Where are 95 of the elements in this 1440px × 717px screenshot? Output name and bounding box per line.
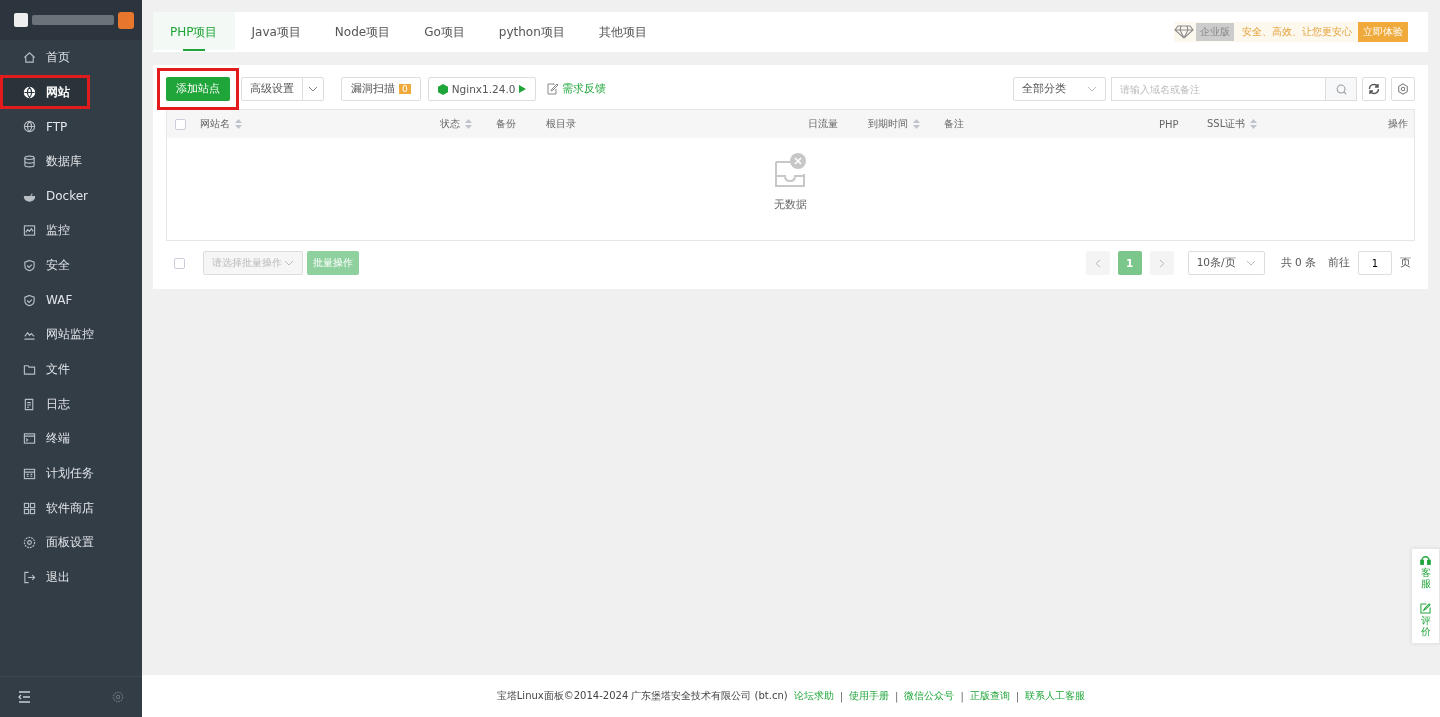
sidebar-item[interactable]: 退出 xyxy=(0,560,142,595)
database-icon xyxy=(23,154,36,168)
settings-button[interactable] xyxy=(1391,77,1415,101)
chevron-down-icon xyxy=(308,86,318,92)
document-icon xyxy=(23,397,36,411)
column-header: 网站名 xyxy=(200,117,230,131)
edit-icon xyxy=(1420,603,1431,614)
edit-icon xyxy=(547,83,559,95)
project-tab[interactable]: 其他项目 xyxy=(581,12,664,52)
select-checkbox[interactable] xyxy=(174,257,185,269)
column-header: 备注 xyxy=(944,117,964,131)
sidebar-item[interactable]: 监控 xyxy=(0,213,142,249)
page-unit: 页 xyxy=(1400,256,1411,270)
sort-icon[interactable] xyxy=(465,119,472,129)
chevron-left-icon xyxy=(1094,258,1101,268)
globe-icon xyxy=(23,85,36,99)
page-size-select[interactable]: 10条/页 xyxy=(1187,251,1265,275)
shield-icon xyxy=(23,258,36,272)
separator: | xyxy=(960,690,964,702)
search-button[interactable] xyxy=(1325,77,1357,101)
hexagon-icon xyxy=(437,83,448,95)
sidebar-item[interactable]: 日志 xyxy=(0,386,142,422)
chevron-down-icon xyxy=(284,260,294,266)
sidebar-item[interactable]: 面板设置 xyxy=(0,525,142,561)
logo-icon xyxy=(14,13,28,27)
settings-icon[interactable] xyxy=(112,691,124,703)
sidebar-item[interactable]: WAF xyxy=(0,282,142,318)
terminal-icon xyxy=(23,432,36,446)
column-header: 日流量 xyxy=(808,117,838,131)
sidebar-item[interactable]: Docker xyxy=(0,178,142,214)
empty-inbox-icon xyxy=(773,152,808,190)
project-tab[interactable]: python项目 xyxy=(481,12,582,52)
diamond-icon xyxy=(1174,25,1194,39)
refresh-button[interactable] xyxy=(1362,77,1386,101)
total-count: 共 0 条 xyxy=(1280,256,1316,270)
separator: | xyxy=(1015,690,1020,702)
settings-icon xyxy=(23,536,36,550)
sort-icon[interactable] xyxy=(235,119,242,129)
refresh-icon xyxy=(1368,83,1380,95)
project-tab[interactable]: Go项目 xyxy=(407,12,482,52)
vulnerability-scan-button[interactable]: 漏洞扫描 0 xyxy=(341,77,421,101)
project-tab[interactable]: Node项目 xyxy=(317,12,408,52)
count-badge: 0 xyxy=(399,84,411,94)
separator: | xyxy=(839,690,844,702)
badge-icon xyxy=(118,11,134,29)
select-all-checkbox[interactable] xyxy=(175,118,186,130)
column-header: 操作 xyxy=(1388,117,1408,131)
home-icon xyxy=(23,50,36,64)
search-icon xyxy=(1335,83,1347,95)
exit-icon xyxy=(23,571,36,585)
chevron-down-icon xyxy=(1087,86,1097,92)
folder-icon xyxy=(23,363,36,377)
play-icon xyxy=(519,85,527,93)
goto-label: 前往 xyxy=(1328,256,1350,270)
search-field[interactable]: 请输入域名或备注 xyxy=(1111,77,1325,101)
collapse-icon[interactable] xyxy=(18,691,31,703)
headset-icon xyxy=(1420,555,1431,566)
sidebar-item[interactable]: FTP xyxy=(0,109,142,145)
chevron-right-icon xyxy=(1158,258,1165,268)
sidebar-item[interactable]: 软件商店 xyxy=(0,490,142,526)
page-input[interactable]: 1 xyxy=(1358,251,1392,275)
nginx-button[interactable]: Nginx1.24.0 xyxy=(427,77,537,101)
previous-page-button[interactable] xyxy=(1085,251,1110,275)
category-select[interactable]: 全部分类 xyxy=(1013,77,1106,101)
sidebar-item[interactable]: 数据库 xyxy=(0,144,142,179)
column-header: 备份 xyxy=(496,117,516,131)
sidebar-item[interactable]: 安全 xyxy=(0,248,142,283)
column-header: 到期时间 xyxy=(868,117,908,131)
grid-icon xyxy=(23,501,36,515)
next-page-button[interactable] xyxy=(1149,251,1174,275)
advanced-settings-dropdown[interactable]: 高级设置 xyxy=(241,77,324,101)
calendar-icon xyxy=(23,467,36,481)
sidebar-item[interactable]: 网站监控 xyxy=(0,317,142,353)
project-tab[interactable]: Java项目 xyxy=(234,12,318,52)
chevron-down-icon xyxy=(1245,260,1256,266)
column-header: SSL证书 xyxy=(1207,117,1246,131)
copyright-text: 宝塔Linux面板©2014-2024 广东堡塔安全技术有限公司 (bt.cn) xyxy=(496,689,788,703)
sidebar-item[interactable]: 计划任务 xyxy=(0,456,142,491)
sort-icon[interactable] xyxy=(913,119,920,129)
separator: | xyxy=(895,690,899,702)
settings-icon xyxy=(1397,83,1409,95)
monitor-icon xyxy=(23,224,36,238)
sort-icon[interactable] xyxy=(1250,119,1258,129)
sidebar-item[interactable]: 终端 xyxy=(0,421,142,457)
sidebar-item[interactable]: 文件 xyxy=(0,352,142,387)
column-header: 根目录 xyxy=(546,117,576,131)
shield-icon xyxy=(23,293,36,307)
sidebar-item[interactable]: 首页 xyxy=(0,40,142,75)
sidebar-item[interactable]: 网站 xyxy=(0,74,90,110)
globe-icon xyxy=(23,120,36,134)
promo-text: 安全、高效、让您更安心 xyxy=(1242,25,1352,39)
column-header: 状态 xyxy=(440,117,460,131)
edition-badge: 企业版 xyxy=(1196,23,1234,41)
empty-text: 无数据 xyxy=(774,198,807,212)
column-header: PHP xyxy=(1159,118,1179,130)
